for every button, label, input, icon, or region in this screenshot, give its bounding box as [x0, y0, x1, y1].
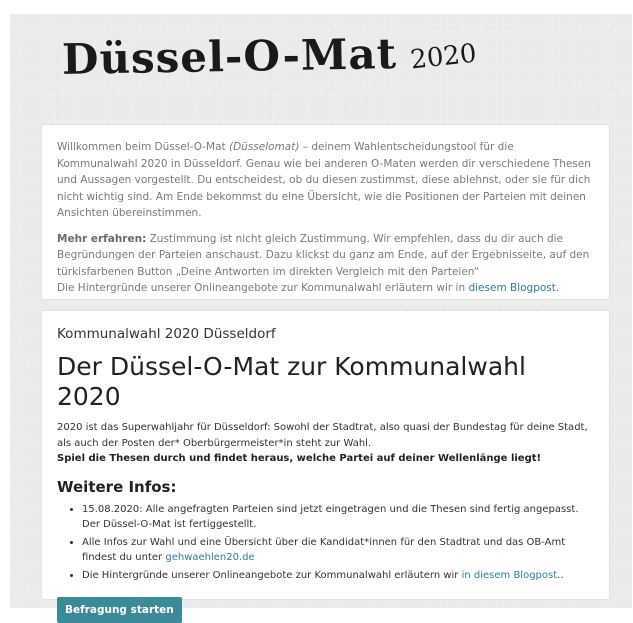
infos-list: 15.08.2020: Alle angefragten Parteien si…: [57, 502, 594, 584]
intro-blogpost-link[interactable]: diesem Blogpost: [468, 282, 555, 294]
info-text: ..: [557, 569, 564, 581]
page-background: Düssel-O-Mat 2020 Willkommen beim Düssel-…: [10, 14, 632, 623]
info-text: 15.08.2020: Alle angefragten Parteien si…: [82, 503, 579, 531]
intro-blog-text: Die Hintergründe unserer Onlineangebote …: [57, 282, 469, 294]
logo-title: Düssel-O-Mat: [61, 29, 398, 84]
cta-text: Spiel die Thesen durch und findet heraus…: [57, 453, 542, 464]
logo-year: 2020: [409, 38, 478, 76]
list-item: Die Hintergründe unserer Onlineangebote …: [82, 568, 594, 584]
main-card: Kommunalwahl 2020 Düsseldorf Der Düssel-…: [41, 310, 610, 623]
list-item: Alle Infos zur Wahl und eine Übersicht ü…: [82, 535, 594, 566]
intro-paragraph-welcome: Willkommen beim Düssel-O-Mat (Düsselomat…: [57, 139, 594, 222]
page-title: Der Düssel-O-Mat zur Kommunalwahl 2020: [57, 352, 526, 411]
blogpost-link[interactable]: in diesem Blogpost: [462, 570, 558, 581]
intro-more-label: Mehr erfahren:: [57, 232, 147, 245]
intro-blog-period: .: [555, 282, 560, 294]
intro-card: Willkommen beim Düssel-O-Mat (Düsselomat…: [41, 124, 610, 300]
gehwaehlen-link[interactable]: gehwaehlen20.de: [165, 552, 254, 563]
list-item: 15.08.2020: Alle angefragten Parteien si…: [82, 502, 594, 533]
logo: Düssel-O-Mat 2020: [61, 29, 482, 102]
info-text: Alle Infos zur Wahl und eine Übersicht ü…: [82, 536, 566, 564]
intro-italic-name: (Düsselomat): [228, 141, 300, 153]
intro-paragraph-more: Mehr erfahren: Zustimmung ist nicht glei…: [57, 231, 594, 297]
info-text: Die Hintergründe unserer Onlineangebote …: [82, 569, 462, 581]
card-subtitle: Kommunalwahl 2020 Düsseldorf: [57, 326, 276, 342]
description-text: 2020 ist das Superwahljahr für Düsseldor…: [57, 422, 588, 449]
intro-text: Willkommen beim Düssel-O-Mat: [57, 141, 229, 153]
infos-heading: Weitere Infos:: [57, 477, 177, 496]
start-survey-button[interactable]: Befragung starten: [57, 597, 182, 623]
